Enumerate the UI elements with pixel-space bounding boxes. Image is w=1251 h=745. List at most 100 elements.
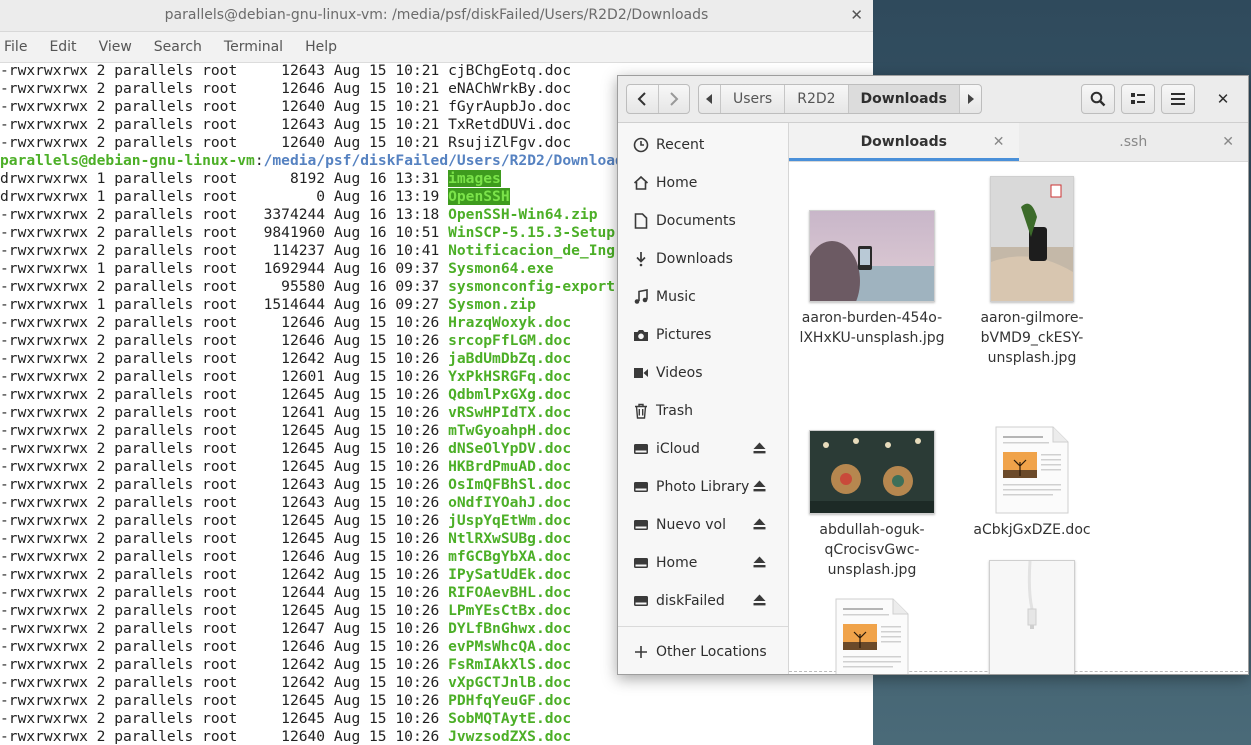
eject-icon[interactable]: [753, 518, 766, 534]
file-item[interactable]: [957, 558, 1107, 674]
icon-grid[interactable]: aaron-burden-454o-lXHxKU-unsplash.jpg aar…: [789, 162, 1248, 674]
sidebar-item-diskfailed[interactable]: diskFailed: [618, 582, 788, 620]
close-icon[interactable]: ✕: [1222, 134, 1234, 150]
file-item[interactable]: aaron-burden-454o-lXHxKU-unsplash.jpg: [797, 174, 947, 348]
file-name: SobMQTAytE.doc: [448, 710, 572, 727]
menu-view[interactable]: View: [95, 39, 132, 55]
file-meta: -rwxrwxrwx 2 parallels root 114237 Aug 1…: [0, 242, 449, 259]
path-crumb-downloads[interactable]: Downloads: [847, 85, 959, 113]
search-icon: [1090, 91, 1106, 107]
file-meta: -rwxrwxrwx 2 parallels root 12646 Aug 15…: [0, 548, 449, 565]
sidebar-separator: [618, 626, 788, 627]
file-meta: -rwxrwxrwx 2 parallels root 9841960 Aug …: [0, 224, 449, 241]
terminal-titlebar[interactable]: parallels@debian-gnu-linux-vm: /media/ps…: [0, 0, 873, 32]
file-name: FsRmIAkXlS.doc: [448, 656, 572, 673]
file-meta: -rwxrwxrwx 2 parallels root 12646 Aug 15…: [0, 638, 449, 655]
sidebar-item-label: Pictures: [656, 327, 712, 343]
file-item[interactable]: aCbkjGxDZE.doc: [957, 386, 1107, 540]
menu-terminal[interactable]: Terminal: [220, 39, 283, 55]
path-scroll-right-button[interactable]: [958, 85, 981, 113]
close-icon[interactable]: ✕: [1208, 84, 1238, 114]
sidebar-item-nuevo-vol[interactable]: Nuevo vol: [618, 506, 788, 544]
file-name-line: aaron-burden-454o-: [801, 310, 943, 326]
file-meta: -rwxrwxrwx 2 parallels root 12642 Aug 15…: [0, 656, 449, 673]
file-item[interactable]: aaron-gilmore-bVMD9_ckESY-unsplash.jpg: [957, 174, 1107, 368]
file-view: Downloads ✕ .ssh ✕ aaron-burden-454o-lXH…: [789, 123, 1248, 674]
menu-help[interactable]: Help: [301, 39, 337, 55]
tab-downloads[interactable]: Downloads ✕: [789, 123, 1019, 161]
file-meta: -rwxrwxrwx 2 parallels root 12647 Aug 15…: [0, 620, 449, 637]
sidebar-item-other-locations[interactable]: Other Locations: [618, 633, 788, 671]
sidebar-item-downloads[interactable]: Downloads: [618, 240, 788, 278]
sidebar-item-pictures[interactable]: Pictures: [618, 316, 788, 354]
drive-icon: [632, 519, 650, 531]
path-scroll-left-button[interactable]: [699, 85, 720, 113]
file-item[interactable]: [797, 558, 947, 674]
sidebar-item-label: Home: [656, 555, 698, 571]
file-meta: -rwxrwxrwx 2 parallels root 12642 Aug 15…: [0, 566, 449, 583]
navigation-buttons: [626, 84, 690, 114]
eject-icon[interactable]: [753, 594, 766, 610]
document-icon: [632, 213, 650, 229]
menu-button[interactable]: [1161, 84, 1195, 114]
file-name: OpenSSH-Win64.zip: [448, 206, 598, 223]
chevron-right-icon: [670, 92, 679, 106]
terminal-line: -rwxrwxrwx 2 parallels root 12642 Aug 15…: [0, 674, 873, 692]
menu-edit[interactable]: Edit: [45, 39, 76, 55]
file-item[interactable]: abdullah-oguk-qCrocisvGwc-unsplash.jpg: [797, 386, 947, 580]
close-icon[interactable]: ✕: [993, 134, 1005, 150]
file-name-line: abdullah-oguk-: [819, 522, 925, 538]
file-name-line: unsplash.jpg: [987, 350, 1077, 366]
sidebar-item-label: Other Locations: [656, 644, 767, 660]
file-meta: -rwxrwxrwx 2 parallels root 12645 Aug 15…: [0, 530, 449, 547]
file-meta: -rwxrwxrwx 2 parallels root 12643 Aug 15…: [0, 494, 449, 511]
file-name: OsImQFBhSl.doc: [448, 476, 572, 493]
tab-ssh[interactable]: .ssh ✕: [1019, 123, 1249, 161]
file-manager-headerbar: Users R2D2 Downloads ✕: [618, 76, 1248, 123]
sidebar-item-home[interactable]: Home: [618, 164, 788, 202]
path-crumb-r2d2[interactable]: R2D2: [784, 85, 847, 113]
terminal-line: -rwxrwxrwx 2 parallels root 12645 Aug 15…: [0, 692, 873, 710]
sidebar-item-documents[interactable]: Documents: [618, 202, 788, 240]
file-meta: -rwxrwxrwx 2 parallels root 12645 Aug 15…: [0, 710, 449, 727]
forward-button[interactable]: [657, 85, 690, 113]
search-button[interactable]: [1081, 84, 1115, 114]
back-button[interactable]: [627, 85, 658, 113]
file-name: oNdfIYOahJ.doc: [448, 494, 572, 511]
sidebar-item-music[interactable]: Music: [618, 278, 788, 316]
sidebar-item-label: Music: [656, 289, 696, 305]
sidebar-item-label: Downloads: [656, 251, 733, 267]
terminal-menubar: File Edit View Search Terminal Help: [0, 32, 873, 63]
view-toggle-button[interactable]: [1121, 84, 1155, 114]
file-name: aaron-gilmore-bVMD9_ckESY-unsplash.jpg: [957, 308, 1107, 368]
file-manager-window: Users R2D2 Downloads ✕ Recent Home Documen…: [617, 75, 1249, 675]
eject-icon[interactable]: [753, 442, 766, 458]
prompt-user: parallels@debian-gnu-linux-vm: [0, 152, 255, 169]
trash-icon: [632, 403, 650, 419]
menu-file[interactable]: File: [0, 39, 27, 55]
eject-icon[interactable]: [753, 556, 766, 572]
sidebar-item-label: Documents: [656, 213, 736, 229]
file-name: images: [448, 170, 501, 187]
sidebar-item-photo-library[interactable]: Photo Library: [618, 468, 788, 506]
sidebar-item-recent[interactable]: Recent: [618, 126, 788, 164]
file-meta: drwxrwxrwx 1 parallels root 8192 Aug 16 …: [0, 170, 449, 187]
tab-label: Downloads: [860, 134, 947, 150]
sidebar-item-label: Videos: [656, 365, 703, 381]
sidebar-item-icloud[interactable]: iCloud: [618, 430, 788, 468]
path-bar: Users R2D2 Downloads: [698, 84, 982, 114]
file-meta: -rwxrwxrwx 2 parallels root 12645 Aug 15…: [0, 602, 449, 619]
sidebar-item-videos[interactable]: Videos: [618, 354, 788, 392]
file-name: evPMsWhcQA.doc: [448, 638, 572, 655]
path-crumb-users[interactable]: Users: [720, 85, 784, 113]
sidebar-item-trash[interactable]: Trash: [618, 392, 788, 430]
file-meta: -rwxrwxrwx 2 parallels root 12645 Aug 15…: [0, 386, 449, 403]
menu-search[interactable]: Search: [150, 39, 202, 55]
eject-icon[interactable]: [753, 480, 766, 496]
file-name: Sysmon64.exe: [448, 260, 554, 277]
image-thumbnail: [957, 174, 1107, 302]
file-meta: -rwxrwxrwx 2 parallels root 12640 Aug 15…: [0, 728, 449, 745]
close-icon[interactable]: ✕: [850, 0, 863, 31]
file-meta: -rwxrwxrwx 1 parallels root 1692944 Aug …: [0, 260, 449, 277]
sidebar-item-home[interactable]: Home: [618, 544, 788, 582]
